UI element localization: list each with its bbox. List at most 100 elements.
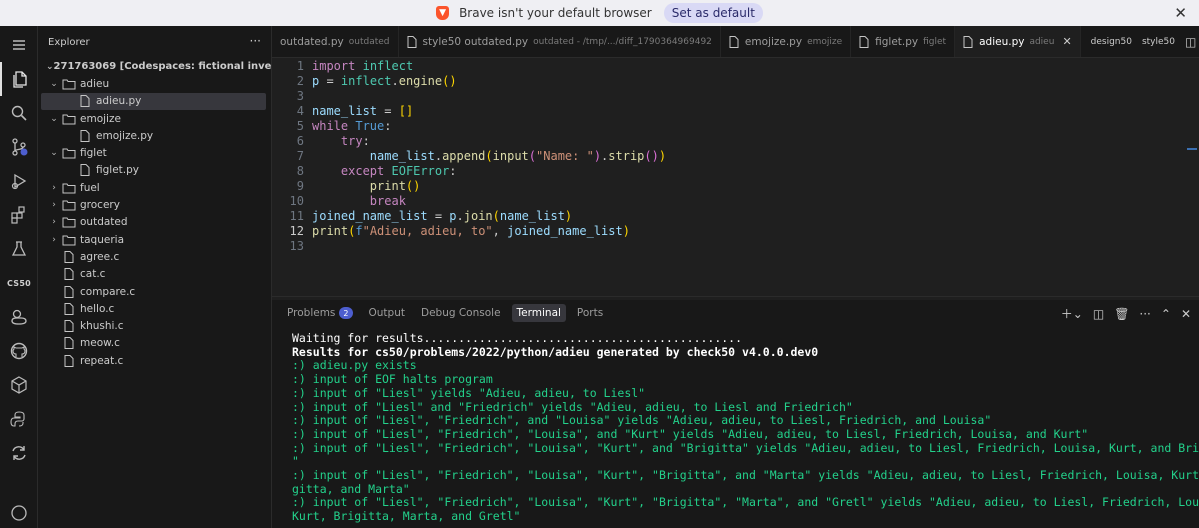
tree-file[interactable]: figlet.py [38, 162, 271, 179]
code-line: 1 import inflect [296, 58, 414, 73]
tree-file[interactable]: meow.c [38, 335, 271, 352]
run-debug-icon[interactable] [0, 164, 38, 198]
editor-actions: design50 style50 ◫ ··· [1081, 26, 1199, 57]
panel-tab-problems[interactable]: Problems 2 [282, 304, 358, 322]
remote-sync-icon[interactable] [0, 436, 38, 470]
tree-item-label: fuel [80, 181, 100, 194]
tree-item-label: taqueria [80, 233, 124, 246]
testing-flask-icon[interactable] [0, 232, 38, 266]
python-icon[interactable] [0, 402, 38, 436]
tree-file[interactable]: emojize.py [38, 127, 271, 144]
code-line: 10 break [289, 193, 406, 208]
maximize-panel-icon[interactable]: ⌃ [1161, 307, 1171, 321]
account-icon[interactable] [0, 496, 38, 528]
new-terminal-icon[interactable]: ＋⌄ [1061, 305, 1083, 322]
workspace-root[interactable]: ⌄ 271763069 [Codespaces: fictional inven… [38, 58, 305, 75]
workspace-root-label: 271763069 [Codespaces: fictional inventi… [53, 61, 306, 73]
tab-description: emojize [807, 36, 843, 47]
search-icon[interactable] [0, 96, 38, 130]
split-terminal-icon[interactable]: ◫ [1093, 307, 1104, 321]
terminal-output[interactable]: Waiting for results.....................… [272, 326, 1199, 524]
panel-tab-output[interactable]: Output [364, 304, 410, 322]
overview-ruler-mark [1187, 148, 1197, 150]
terminal-line: Waiting for results.....................… [292, 331, 743, 345]
source-control-icon[interactable] [0, 130, 38, 164]
design50-button[interactable]: design50 [1091, 37, 1132, 47]
tree-folder[interactable]: ⌄ figlet [38, 144, 271, 161]
terminal-line: :) input of "Liesl", "Friedrich", "Louis… [292, 426, 1089, 441]
explorer-title: Explorer [48, 36, 90, 48]
panel-tab-label: Debug Console [420, 307, 501, 319]
explorer-files-icon[interactable] [0, 62, 38, 96]
panel-tab-label: Problems [287, 307, 336, 319]
ducky-icon[interactable] [0, 300, 38, 334]
panel-tab-ports[interactable]: Ports [572, 304, 608, 322]
terminal-line: :) input of "Liesl", "Friedrich", and "L… [292, 413, 992, 428]
chevron-down-icon: ⌄ [50, 148, 58, 159]
file-icon [62, 320, 76, 333]
terminal-line: :) input of "Liesl" and "Friedrich" yiel… [292, 399, 853, 414]
set-as-default-button[interactable]: Set as default [663, 3, 763, 23]
tree-item-label: repeat.c [80, 354, 124, 367]
terminal-line: :) adieu.py exists [292, 358, 417, 373]
tree-file[interactable]: compare.c [38, 283, 271, 300]
tree-folder[interactable]: ⌄ emojize [38, 110, 271, 127]
trash-icon[interactable]: 🗑 [1114, 307, 1129, 321]
tree-folder[interactable]: ⌄ adieu [38, 75, 271, 92]
panel-tab-terminal[interactable]: Terminal [511, 304, 566, 322]
tree-file[interactable]: repeat.c [38, 352, 271, 369]
panel-tab-debug-console[interactable]: Debug Console [416, 304, 506, 322]
close-icon[interactable]: ✕ [1062, 35, 1071, 48]
explorer-header: Explorer ··· [38, 26, 271, 58]
tree-file[interactable]: hello.c [38, 300, 271, 317]
tab-label: adieu.py [979, 35, 1025, 48]
tree-file[interactable]: agree.c [38, 248, 271, 265]
menu-icon[interactable] [0, 28, 38, 62]
terminal-line: :) input of "Liesl" yields "Adieu, adieu… [292, 385, 646, 400]
code-line: 8 except EOFError: [296, 163, 457, 178]
tree-file[interactable]: khushi.c [38, 317, 271, 334]
code-editor[interactable]: 1 import inflect 2p = inflect.engine() 3 … [272, 58, 1199, 296]
chevron-right-icon: › [52, 217, 56, 228]
code-line: 3 [296, 88, 304, 103]
style50-button[interactable]: style50 [1142, 37, 1175, 47]
tree-folder[interactable]: › fuel [38, 179, 271, 196]
code-line: 12 print(f"Adieu, adieu, to", joined_name… [289, 223, 630, 238]
editor-tab[interactable]: figlet.py figlet [851, 26, 956, 57]
editor-tab[interactable]: emojize.py emojize [721, 26, 852, 57]
chevron-down-icon: ⌄ [46, 61, 54, 72]
explorer-sidebar: Explorer ··· ⌄ 271763069 [Codespaces: fi… [38, 26, 305, 528]
tree-folder[interactable]: › outdated [38, 214, 271, 231]
more-actions-icon[interactable]: ··· [250, 34, 261, 48]
code-line: 5 while True: [296, 118, 392, 133]
code-line: 6 try: [296, 133, 370, 148]
cube-icon[interactable] [0, 368, 38, 402]
cs50-icon[interactable]: CS50 [0, 266, 38, 300]
file-icon [859, 35, 869, 48]
file-icon [62, 250, 76, 263]
tab-description: adieu [1029, 36, 1055, 47]
code-line: 11 joined_name_list = p.join(name_list) [289, 208, 573, 223]
editor-tab[interactable]: outdated.py outdated [272, 26, 399, 57]
editor-tab[interactable]: style50 outdated.py outdated - /tmp/.../d… [399, 26, 721, 57]
problems-count-badge: 2 [339, 307, 353, 319]
chevron-right-icon: › [52, 200, 56, 211]
tab-label: outdated.py [280, 35, 344, 48]
github-icon[interactable] [0, 334, 38, 368]
terminal-line: Results for cs50/problems/2022/python/ad… [292, 344, 819, 359]
code-line: 2p = inflect.engine() [296, 73, 457, 88]
tree-file[interactable]: cat.c [38, 266, 271, 283]
split-editor-icon[interactable]: ◫ [1185, 35, 1196, 49]
more-actions-icon[interactable]: ··· [1139, 307, 1150, 321]
folder-icon [62, 182, 76, 194]
tree-folder[interactable]: › taqueria [38, 231, 271, 248]
tree-file[interactable]: adieu.py [41, 92, 266, 110]
close-icon[interactable]: ✕ [1181, 307, 1191, 321]
file-icon [729, 35, 739, 48]
editor-tab[interactable]: adieu.py adieu ✕ [955, 26, 1081, 57]
default-browser-message: Brave isn't your default browser [459, 6, 652, 20]
tree-folder[interactable]: › grocery [38, 196, 271, 213]
close-icon[interactable]: ✕ [1174, 4, 1187, 22]
extensions-icon[interactable] [0, 198, 38, 232]
terminal-line: :) input of EOF halts program [292, 372, 493, 387]
